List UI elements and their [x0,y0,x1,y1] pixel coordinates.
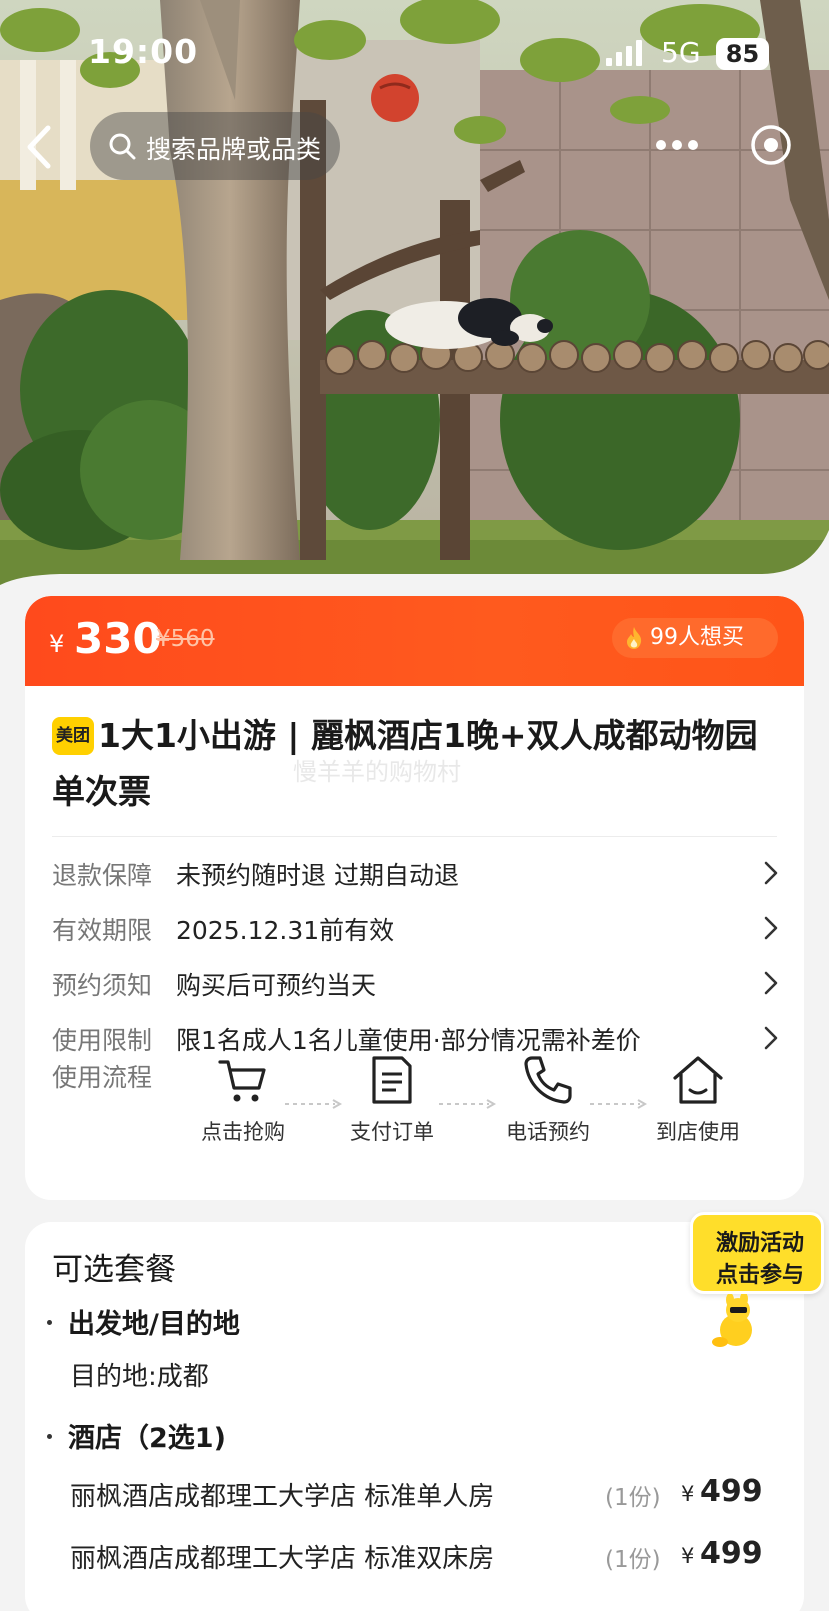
flow-step-visit: 到店使用 [638,1054,758,1154]
option-price: 499 [700,1474,763,1509]
search-placeholder: 搜索品牌或品类 [146,135,322,164]
info-row-booking[interactable]: 预约须知 购买后可预约当天 [52,960,778,1000]
info-row-refund[interactable]: 退款保障 未预约随时退 过期自动退 [52,850,778,890]
chevron-right-icon [764,861,778,885]
want-count-badge: 99人想买 [612,618,778,658]
battery-level: 85 [716,38,769,70]
section-name: 出发地/目的地 [68,1309,240,1340]
meituan-badge: 美团 [52,717,94,755]
product-info-card: ¥ 330 ¥560 99人想买 美团 1大1小出游 | 麗枫酒店1晚+双人成都动… [25,596,804,1200]
network-type: 5G [661,36,701,69]
flow-step-label: 电话预约 [506,1120,590,1144]
flow-label: 使用流程 [52,1063,153,1092]
info-row-label: 使用限制 [52,1026,153,1055]
cart-icon [218,1060,266,1102]
package-title: 可选套餐 [52,1252,176,1288]
info-row-value: 未预约随时退 过期自动退 [176,861,459,890]
option-name: 丽枫酒店成都理工大学店 标准单人房 [70,1482,495,1512]
flow-step-label: 到店使用 [656,1120,740,1144]
promo-sticker[interactable]: 激励活动 点击参与 [690,1212,824,1352]
chevron-right-icon [764,971,778,995]
price-currency: ¥ [49,630,65,658]
bullet-icon [47,1320,52,1325]
option-price: 499 [700,1536,763,1571]
info-row-label: 有效期限 [52,916,153,945]
document-icon [372,1056,412,1104]
info-row-restriction[interactable]: 使用限制 限1名成人1名儿童使用·部分情况需补差价 [52,1015,778,1055]
info-row-label: 预约须知 [52,971,153,1000]
status-bar: 19:00 5G 85 [0,0,829,100]
watermark: 慢羊羊的购物村 [293,758,461,786]
option-qty: (1份) [605,1547,661,1573]
home-icon [673,1056,723,1104]
option-currency: ¥ [681,1482,695,1506]
original-price: ¥560 [156,626,215,652]
package-options-card: 可选套餐 出发地/目的地 目的地:成都 酒店（2选1) 丽枫酒店成都理工大学店 … [25,1222,804,1611]
info-row-value: 2025.12.31前有效 [176,916,395,945]
option-qty: (1份) [605,1485,661,1511]
flow-step-label: 支付订单 [350,1120,434,1144]
info-row-label: 退款保障 [52,861,153,890]
back-icon[interactable] [20,122,60,172]
promo-line2: 点击参与 [715,1263,804,1288]
want-count: 99人想买 [650,625,744,650]
flow-step-label: 点击抢购 [201,1120,285,1144]
info-row-value: 购买后可预约当天 [176,971,377,1000]
chevron-right-icon [764,1026,778,1050]
promo-box: 激励活动 点击参与 [690,1212,824,1294]
target-icon[interactable] [749,123,793,167]
status-time: 19:00 [88,32,199,71]
flow-step-pay: 支付订单 [332,1054,452,1154]
phone-icon [524,1056,572,1104]
price-bar: ¥ 330 ¥560 99人想买 [25,596,804,686]
option-name: 丽枫酒店成都理工大学店 标准双床房 [70,1544,495,1574]
section-origin-destination: 出发地/目的地 [47,1302,240,1341]
chevron-right-icon [764,916,778,940]
section-hotel: 酒店（2选1) [47,1416,226,1455]
fire-icon [627,627,642,649]
package-option-twin[interactable]: 丽枫酒店成都理工大学店 标准双床房 (1份) ¥ 499 [70,1536,782,1576]
destination-text: 目的地:成都 [70,1362,209,1392]
divider [52,836,777,837]
info-row-validity[interactable]: 有效期限 2025.12.31前有效 [52,905,778,945]
search-bar[interactable]: 搜索品牌或品类 [90,112,340,180]
kangaroo-mascot-icon [712,1294,766,1350]
search-icon [109,133,136,160]
bullet-icon [47,1434,52,1439]
current-price: 330 [74,614,162,663]
option-currency: ¥ [681,1544,695,1568]
section-name: 酒店（2选1) [68,1423,226,1454]
signal-icon [606,40,642,66]
info-row-value: 限1名成人1名儿童使用·部分情况需补差价 [176,1026,641,1055]
more-icon[interactable] [651,128,703,162]
promo-line1: 激励活动 [715,1231,804,1256]
package-option-single[interactable]: 丽枫酒店成都理工大学店 标准单人房 (1份) ¥ 499 [70,1474,782,1514]
